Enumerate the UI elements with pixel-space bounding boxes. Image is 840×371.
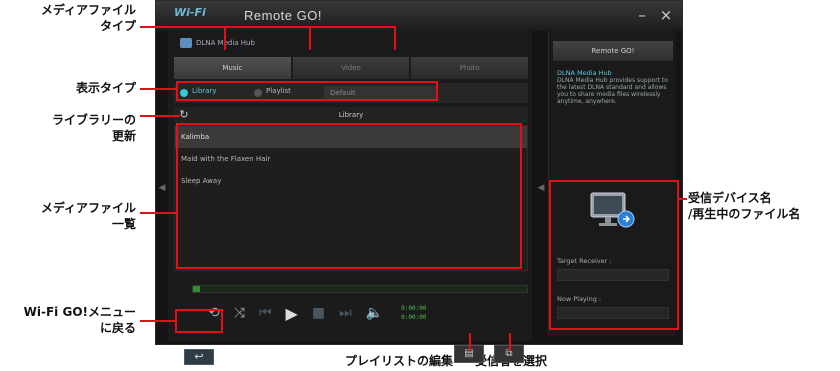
callout-media-type: メディアファイル タイプ [20, 2, 136, 34]
stop-icon[interactable]: ■ [312, 305, 325, 321]
volume-icon[interactable]: 🔈 [366, 305, 383, 321]
app-title: Remote GO! [244, 8, 322, 23]
next-icon[interactable]: ⏭ [339, 305, 352, 321]
lead-media-type-tick2 [309, 26, 311, 50]
receiver-panel-title: Remote GO! [553, 41, 673, 61]
library-bar-label: Library [338, 111, 364, 119]
highlight-receiver-info [549, 180, 679, 330]
media-type-tabs: Music Video Photo [174, 57, 529, 79]
callout-back-line2: に戻る [99, 321, 136, 335]
tab-video[interactable]: Video [292, 57, 410, 79]
callout-refresh-line1: ライブラリーの [51, 113, 136, 127]
wifi-go-logo: Wi-Fi [174, 6, 206, 19]
callout-media-type-line1: メディアファイル [40, 3, 136, 17]
back-button[interactable]: ↩ [184, 349, 214, 365]
callout-media-list: メディアファイル 一覧 [20, 200, 136, 232]
media-hub-icon [180, 38, 192, 48]
minimize-button[interactable]: – [632, 5, 652, 25]
playback-controls: ⟲ ⤨ ⏮ ▶ ■ ⏭ 🔈 0:00:00 0:00:00 [208, 301, 426, 325]
tab-music[interactable]: Music [174, 57, 291, 79]
time-total: 0:00:00 [401, 314, 427, 321]
receiver-panel-description: DLNA Media Hub provides support to the l… [557, 77, 668, 105]
callout-media-list-line1: メディアファイル [40, 201, 136, 215]
tab-photo[interactable]: Photo [411, 57, 529, 79]
lead-media-type-tick1 [224, 26, 226, 50]
lead-media-type-tick3 [394, 26, 396, 50]
close-button[interactable]: × [656, 5, 676, 25]
progress-fill [193, 286, 200, 292]
callout-view-type: 表示タイプ [75, 81, 136, 95]
lead-receiver [679, 198, 687, 200]
lead-playlist-edit [469, 333, 471, 351]
shuffle-icon[interactable]: ⤨ [234, 305, 245, 321]
highlight-view-type [176, 81, 438, 101]
right-collapse-arrow[interactable]: ◀ [537, 181, 545, 195]
time-current: 0:00:00 [401, 305, 427, 312]
playback-progress-bar[interactable] [192, 285, 528, 293]
callout-media-type-line2: タイプ [99, 19, 136, 33]
callout-receiver-line1: 受信デバイス名 [688, 191, 772, 205]
callout-refresh: ライブラリーの 更新 [20, 112, 136, 144]
hub-header: DLNA Media Hub [180, 35, 255, 51]
lead-media-type [140, 26, 396, 28]
callout-receiver: 受信デバイス名 /再生中のファイル名 [688, 190, 800, 222]
callout-media-list-line2: 一覧 [111, 217, 136, 231]
library-bar: ↻ Library [174, 107, 528, 123]
previous-icon[interactable]: ⏮ [259, 305, 272, 321]
back-arrow-icon: ↩ [194, 350, 204, 363]
lead-view-type [140, 88, 176, 90]
time-display: 0:00:00 0:00:00 [401, 304, 426, 322]
play-icon[interactable]: ▶ [286, 304, 298, 323]
callout-receiver-line2: /再生中のファイル名 [688, 207, 801, 221]
callout-playlist-edit: プレイリストの編集 [345, 354, 454, 368]
left-collapse-arrow[interactable]: ◀ [158, 181, 166, 195]
receiver-panel-heading: DLNA Media Hub [557, 69, 612, 77]
callout-refresh-line2: 更新 [111, 129, 136, 143]
highlight-back-button [175, 309, 223, 333]
callout-back-line1: Wi-Fi GO!メニュー [23, 305, 136, 319]
lead-refresh [140, 115, 180, 117]
highlight-media-list [176, 123, 522, 269]
lead-select-receiver [509, 333, 511, 351]
lead-media-list [140, 212, 176, 214]
lead-back [140, 320, 176, 322]
callout-back: Wi-Fi GO!メニュー に戻る [8, 304, 136, 336]
